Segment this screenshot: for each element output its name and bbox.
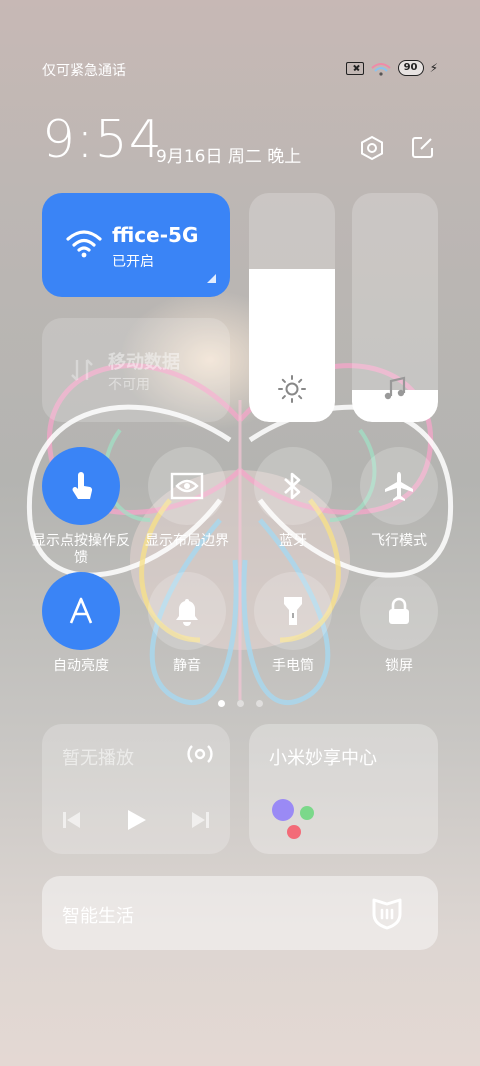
share-title: 小米妙享中心 xyxy=(269,748,377,769)
status-bar: 仅可紧急通话 90 ⚡ xyxy=(0,58,480,84)
battery-indicator: 90 xyxy=(397,60,424,76)
toggle-mute[interactable]: 静音 xyxy=(137,572,237,675)
brightness-slider[interactable] xyxy=(249,193,335,422)
mobile-data-name: 移动数据 xyxy=(108,352,180,373)
toggle-label: 自动亮度 xyxy=(53,658,109,674)
toggle-label: 显示布局边界 xyxy=(145,533,229,549)
brightness-icon xyxy=(277,374,307,404)
expand-corner-icon xyxy=(207,274,216,283)
flashlight-icon xyxy=(254,572,332,650)
mobile-data-tile[interactable]: 移动数据 不可用 xyxy=(42,318,230,422)
smart-life-card[interactable]: 智能生活 xyxy=(42,876,438,950)
lock-icon xyxy=(360,572,438,650)
status-icons: 90 ⚡ xyxy=(345,60,438,76)
header: 9:54 9月16日 周二 晚上 xyxy=(42,110,442,170)
toggle-circle[interactable] xyxy=(360,572,438,650)
volume-slider[interactable] xyxy=(352,193,438,422)
touch-icon xyxy=(42,447,120,525)
mi-share-center-card[interactable]: 小米妙享中心 xyxy=(249,724,438,854)
toggle-bluetooth[interactable]: 蓝牙 xyxy=(243,447,343,550)
auto-brightness-icon xyxy=(42,572,120,650)
no-sim-icon xyxy=(345,61,364,75)
cast-icon[interactable] xyxy=(184,738,216,770)
carrier-text: 仅可紧急通话 xyxy=(42,63,126,79)
page-indicator xyxy=(0,700,480,707)
airplane-icon xyxy=(360,447,438,525)
toggle-layout-bounds[interactable]: 显示布局边界 xyxy=(137,447,237,550)
toggle-touch-feedback[interactable]: 显示点按操作反馈 xyxy=(31,447,131,567)
page-dot-2 xyxy=(236,700,244,707)
toggle-airplane[interactable]: 飞行模式 xyxy=(349,447,449,550)
previous-track-icon[interactable] xyxy=(58,806,86,834)
smart-life-title: 智能生活 xyxy=(62,906,134,927)
toggle-flashlight[interactable]: 手电筒 xyxy=(243,572,343,675)
next-track-icon[interactable] xyxy=(186,806,214,834)
page-dot-3 xyxy=(255,700,263,707)
toggle-circle[interactable] xyxy=(42,447,120,525)
share-logo-icon xyxy=(267,794,327,844)
mobile-data-icon xyxy=(68,356,96,384)
play-icon[interactable] xyxy=(122,806,150,834)
toggle-auto-brightness[interactable]: 自动亮度 xyxy=(31,572,131,675)
toggle-label: 蓝牙 xyxy=(279,533,307,549)
date-text: 9月16日 周二 晚上 xyxy=(156,147,302,167)
eye-icon xyxy=(148,447,226,525)
clock: 9:54 xyxy=(42,110,163,170)
toggle-label: 飞行模式 xyxy=(371,533,427,549)
settings-icon[interactable] xyxy=(358,134,386,162)
wifi-tile[interactable]: ffice-5G 已开启 xyxy=(42,193,230,297)
toggle-circle[interactable] xyxy=(254,447,332,525)
toggle-label: 手电筒 xyxy=(272,658,314,674)
music-note-icon xyxy=(380,374,410,404)
media-player-card[interactable]: 暂无播放 xyxy=(42,724,230,854)
mobile-data-state: 不可用 xyxy=(108,377,150,393)
charging-icon: ⚡ xyxy=(429,61,438,75)
media-title: 暂无播放 xyxy=(62,748,134,769)
toggle-circle[interactable] xyxy=(148,447,226,525)
toggle-circle[interactable] xyxy=(42,572,120,650)
toggle-label: 锁屏 xyxy=(385,658,413,674)
wifi-state: 已开启 xyxy=(112,254,154,270)
wifi-network-name: ffice-5G xyxy=(112,223,199,247)
toggle-circle[interactable] xyxy=(360,447,438,525)
bell-icon xyxy=(148,572,226,650)
wifi-signal-icon xyxy=(370,61,392,76)
page-dot-1 xyxy=(217,700,225,707)
toggle-label: 静音 xyxy=(173,658,201,674)
wifi-icon xyxy=(66,229,102,259)
toggle-circle[interactable] xyxy=(148,572,226,650)
toggle-label: 显示点按操作反馈 xyxy=(32,533,130,566)
mi-home-icon xyxy=(370,896,404,930)
bluetooth-icon xyxy=(254,447,332,525)
toggle-circle[interactable] xyxy=(254,572,332,650)
toggle-lock-screen[interactable]: 锁屏 xyxy=(349,572,449,675)
edit-icon[interactable] xyxy=(410,134,436,160)
